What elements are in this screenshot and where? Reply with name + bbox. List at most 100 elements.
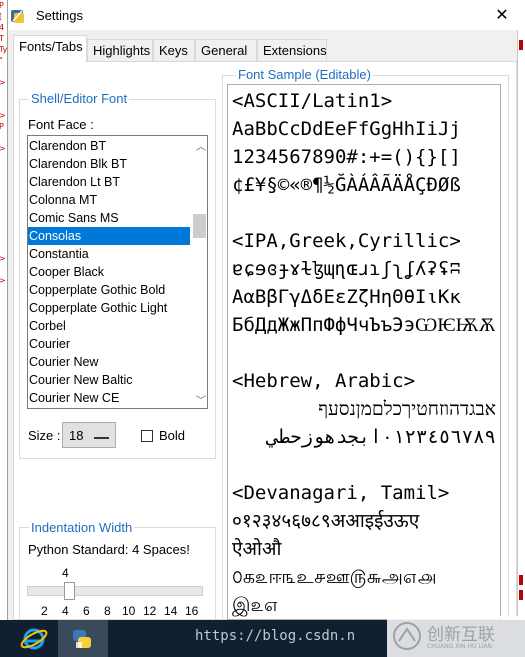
font-list-scrollbar[interactable] [190, 135, 208, 409]
background-mark [519, 590, 523, 600]
bold-label: Bold [159, 428, 186, 443]
indentation-tick-label: 4 [62, 604, 69, 618]
indentation-slider-thumb[interactable] [64, 582, 75, 600]
font-list-scroll-thumb[interactable] [193, 214, 206, 238]
sample-line: <ASCII/Latin1> [232, 90, 393, 112]
watermark-logo-icon [393, 622, 421, 650]
font-list-item[interactable]: Comic Sans MS [28, 209, 190, 227]
background-glyph [0, 165, 7, 176]
font-list-item[interactable]: Clarendon Blk BT [28, 155, 190, 173]
indentation-tick-label: 2 [41, 604, 48, 618]
tab-general[interactable]: General [195, 39, 257, 61]
indentation-tick-label: 16 [185, 604, 199, 618]
font-size-value: 18 [69, 428, 84, 443]
background-glyph: > [0, 110, 7, 121]
indentation-slider[interactable] [27, 586, 203, 596]
scroll-up-icon[interactable]: ︿ [196, 138, 206, 153]
background-mark [519, 40, 523, 50]
font-sample-text[interactable]: <ASCII/Latin1> AaBbCcDdEeFfGgHhIiJj 123456… [227, 84, 501, 620]
python-icon [73, 630, 91, 648]
sample-line: ΑαΒβΓγΔδΕεΖζΗηΘθΙιΚκ [232, 286, 461, 308]
background-glyph: > [0, 77, 7, 88]
background-glyph: [ [0, 11, 7, 22]
background-editor-strip: P[4TTy" > >P > > > [0, 0, 8, 620]
indentation-legend: Indentation Width [29, 520, 135, 535]
background-glyph [0, 242, 7, 253]
font-face-list[interactable]: Clarendon BT Clarendon Blk BT Clarendon Lt… [27, 135, 191, 409]
font-list-item[interactable]: Corbel [28, 317, 190, 335]
background-glyph: > [0, 253, 7, 264]
background-mark [519, 575, 523, 585]
background-glyph [0, 88, 7, 99]
background-glyph [0, 231, 7, 242]
background-glyph: T [0, 33, 7, 44]
background-window-strip [517, 30, 525, 620]
sample-line: ऐओऔ [232, 538, 282, 560]
font-list-item[interactable]: Courier New CE [28, 389, 190, 407]
background-glyph: > [0, 275, 7, 286]
sample-line: ०१२३४५६७८९अआइईउऊए [232, 510, 420, 532]
background-glyph [0, 187, 7, 198]
background-glyph [0, 220, 7, 231]
indentation-tick-label: 8 [104, 604, 111, 618]
background-glyph [0, 99, 7, 110]
font-list-item[interactable]: Cooper Black [28, 263, 190, 281]
background-glyph: P [0, 121, 7, 132]
background-glyph [0, 198, 7, 209]
background-glyph: 4 [0, 22, 7, 33]
background-glyph: " [0, 55, 7, 66]
sample-line: <IPA,Greek,Cyrillic> [232, 230, 461, 252]
sample-line: ٠١٢٣٤٥٦٧٨٩ابجدهوزحطي [267, 426, 496, 448]
background-glyph: Ty [0, 45, 8, 54]
background-glyph: > [0, 143, 7, 154]
background-glyph [0, 154, 7, 165]
settings-window: P[4TTy" > >P > > > Settings ✕ Fonts/Tabs… [0, 0, 525, 620]
tab-highlights[interactable]: Highlights [87, 39, 153, 61]
indentation-tick-label: 14 [164, 604, 178, 618]
font-face-label: Font Face : [28, 117, 94, 132]
font-list-item[interactable]: Courier [28, 335, 190, 353]
sample-line: ¢£¥§©«®¶½ĞÀÁÂÃÄÅÇÐØß [232, 174, 461, 196]
background-glyph [0, 66, 7, 77]
sample-line: БбДдЖжПпФфЧчЪъЭэѠѤѬѪ [232, 314, 496, 336]
font-list-item[interactable]: Clarendon Lt BT [28, 173, 190, 191]
font-list-item[interactable]: Copperplate Gothic Bold [28, 281, 190, 299]
font-size-dropdown[interactable]: 18 [62, 422, 116, 448]
indentation-tick-label: 12 [143, 604, 157, 618]
close-button[interactable]: ✕ [484, 1, 520, 29]
indentation-tick-label: 6 [83, 604, 90, 618]
tab-extensions[interactable]: Extensions [257, 39, 327, 61]
font-list-item[interactable]: Consolas [28, 227, 190, 245]
internet-explorer-icon[interactable] [12, 624, 56, 654]
title-bar[interactable] [8, 0, 525, 30]
tab-fonts-tabs[interactable]: Fonts/Tabs [13, 35, 87, 62]
sample-line: <Devanagari, Tamil> [232, 482, 450, 504]
tab-keys[interactable]: Keys [153, 39, 195, 61]
font-list-item[interactable]: Courier New [28, 353, 190, 371]
python-feather-icon [11, 10, 24, 23]
python-idle-taskbar-button[interactable] [58, 620, 108, 657]
font-sample-legend: Font Sample (Editable) [236, 67, 373, 82]
sample-line: ɐɕɘɞɟɤɫɮɰɳɶɹɿʃʅʆʎʡʢʭ [232, 258, 461, 280]
watermark-logo-text: 创新互联 [427, 625, 495, 645]
bold-checkbox[interactable] [141, 430, 153, 442]
font-list-item[interactable]: Constantia [28, 245, 190, 263]
indentation-description: Python Standard: 4 Spaces! [28, 542, 190, 557]
indentation-tick-label: 10 [122, 604, 136, 618]
sample-line: இ௨௭ [232, 594, 279, 616]
sample-line: <Hebrew, Arabic> [232, 370, 416, 392]
font-list-item[interactable]: Copperplate Gothic Light [28, 299, 190, 317]
size-label: Size : [28, 428, 61, 443]
font-list-item[interactable]: Colonna MT [28, 191, 190, 209]
shell-font-legend: Shell/Editor Font [29, 91, 130, 106]
scroll-down-icon[interactable]: ﹀ [196, 392, 206, 407]
window-title: Settings [36, 8, 83, 23]
indentation-value: 4 [62, 566, 69, 580]
background-glyph [0, 132, 7, 143]
background-glyph [0, 209, 7, 220]
sample-line: 1234567890#:+=(){}[] [232, 146, 461, 168]
background-glyph [0, 264, 7, 275]
watermark-url: https://blog.csdn.n [195, 628, 356, 644]
font-list-item[interactable]: Clarendon BT [28, 137, 190, 155]
font-list-item[interactable]: Courier New Baltic [28, 371, 190, 389]
